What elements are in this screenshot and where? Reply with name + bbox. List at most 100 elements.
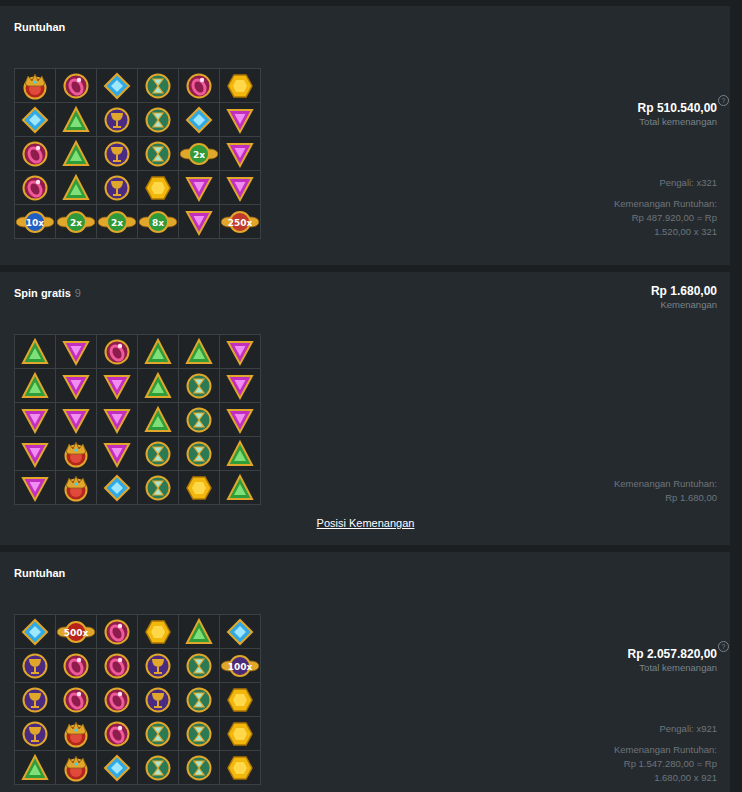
- blue-gem-icon: [20, 105, 50, 135]
- grid-cell: [97, 615, 137, 648]
- pink-gem-icon: [225, 405, 255, 435]
- grid-cell: [138, 717, 178, 750]
- symbol-grid: 500x 100x: [14, 614, 261, 785]
- panel-title: Spin gratis9: [14, 283, 81, 303]
- grid-cell: [15, 751, 55, 784]
- grid-cell: [97, 369, 137, 402]
- free-spin-panel: Spin gratis9Rp 1.680,00KemenanganKemenan…: [0, 272, 730, 545]
- svg-text:100x: 100x: [228, 661, 253, 671]
- ring-icon: [20, 139, 50, 169]
- grid-cell: [97, 683, 137, 716]
- help-icon[interactable]: ?: [718, 95, 729, 106]
- grid-cell: [179, 751, 219, 784]
- grid-cell: [179, 717, 219, 750]
- amount-label: Kemenangan: [660, 299, 717, 311]
- grid-cell: [220, 69, 260, 102]
- green-gem-icon: [61, 105, 91, 135]
- ring-icon: [61, 685, 91, 715]
- win-amount: Rp 2.057.820,00?Total kemenangan: [628, 646, 717, 674]
- grid-cell: [15, 403, 55, 436]
- grid-cell: [138, 403, 178, 436]
- blue-gem-icon: [20, 617, 50, 647]
- grid-cell: [15, 369, 55, 402]
- grid-cell: [15, 335, 55, 368]
- chalice-icon: [20, 651, 50, 681]
- svg-text:10x: 10x: [26, 217, 45, 227]
- symbol-grid: [14, 334, 261, 505]
- hourglass-icon: [184, 651, 214, 681]
- grid-cell: [15, 471, 55, 504]
- multiplier-orb: 2x: [180, 139, 218, 169]
- hourglass-icon: [143, 439, 173, 469]
- grid-cell: [220, 171, 260, 204]
- ring-icon: [20, 173, 50, 203]
- pink-gem-icon: [20, 473, 50, 503]
- hourglass-icon: [184, 753, 214, 783]
- grid-cell: [97, 751, 137, 784]
- pink-gem-icon: [225, 105, 255, 135]
- green-gem-icon: [143, 405, 173, 435]
- grid-cell: [15, 717, 55, 750]
- green-gem-icon: [20, 753, 50, 783]
- grid-cell: [15, 69, 55, 102]
- panel-header: Spin gratis9Rp 1.680,00Kemenangan: [14, 283, 717, 311]
- multiplier-orb: 10x: [16, 207, 54, 237]
- grid-cell: [97, 171, 137, 204]
- win-positions-link[interactable]: Posisi Kemenangan: [317, 513, 415, 533]
- multiplier-orb: 2x: [98, 207, 136, 237]
- grid-cell: [220, 137, 260, 170]
- svg-text:2x: 2x: [193, 149, 205, 159]
- help-icon[interactable]: ?: [718, 641, 729, 652]
- chalice-icon: [102, 105, 132, 135]
- grid-cell: [138, 369, 178, 402]
- svg-text:8x: 8x: [152, 217, 164, 227]
- yellow-gem-icon: [225, 71, 255, 101]
- amount-label: Total kemenangan: [639, 116, 717, 128]
- grid-cell: [97, 649, 137, 682]
- win-line: Rp 1.547.280,00 = Rp: [624, 757, 717, 771]
- spin-count: 9: [75, 287, 81, 299]
- grid-cell: 2x: [179, 137, 219, 170]
- panel-body: 500x 100x Rp 2.057.820,00?Total kemenangan…: [14, 614, 717, 785]
- pink-gem-icon: [225, 139, 255, 169]
- green-gem-icon: [143, 371, 173, 401]
- svg-text:2x: 2x: [111, 217, 123, 227]
- win-line: Rp 487.920,00 = Rp: [632, 211, 717, 225]
- crown-icon: [61, 753, 91, 783]
- history-page: Runtuhan2x10x2x2x8x250xRp 510.540,00?Tot…: [0, 0, 742, 792]
- grid-cell: 2x: [56, 205, 96, 238]
- grid-cell: 500x: [56, 615, 96, 648]
- green-gem-icon: [184, 337, 214, 367]
- grid-cell: [97, 69, 137, 102]
- green-gem-icon: [184, 617, 214, 647]
- grid-cell: [138, 471, 178, 504]
- grid-cell: 100x: [220, 649, 260, 682]
- grid-cell: [138, 615, 178, 648]
- amount: Rp 510.540,00: [638, 100, 717, 116]
- pink-gem-icon: [61, 371, 91, 401]
- result-column: Rp 510.540,00?Total kemenangan Pengali: x…: [614, 68, 717, 239]
- multiplier-orb: 2x: [57, 207, 95, 237]
- grid-cell: [56, 369, 96, 402]
- grid-cell: [56, 683, 96, 716]
- win-line: Rp 1.680,00: [665, 491, 717, 505]
- blue-gem-icon: [225, 617, 255, 647]
- win-details: Pengali: x321Kemenangan Runtuhan:Rp 487.…: [614, 176, 717, 239]
- pink-gem-icon: [102, 405, 132, 435]
- grid-cell: [138, 137, 178, 170]
- panel-header: Runtuhan: [14, 17, 717, 37]
- win-line: 1.680,00 x 921: [654, 771, 717, 785]
- hourglass-icon: [143, 71, 173, 101]
- grid-cell: [15, 171, 55, 204]
- yellow-gem-icon: [225, 685, 255, 715]
- grid-cell: [179, 335, 219, 368]
- hourglass-icon: [143, 753, 173, 783]
- panel-header: Runtuhan: [14, 563, 717, 583]
- win-amount: Rp 510.540,00?Total kemenangan: [638, 100, 717, 128]
- grid-cell: [179, 683, 219, 716]
- grid-cell: [179, 471, 219, 504]
- ring-icon: [102, 685, 132, 715]
- grid-cell: [220, 103, 260, 136]
- grid-cell: [56, 437, 96, 470]
- grid-cell: [56, 335, 96, 368]
